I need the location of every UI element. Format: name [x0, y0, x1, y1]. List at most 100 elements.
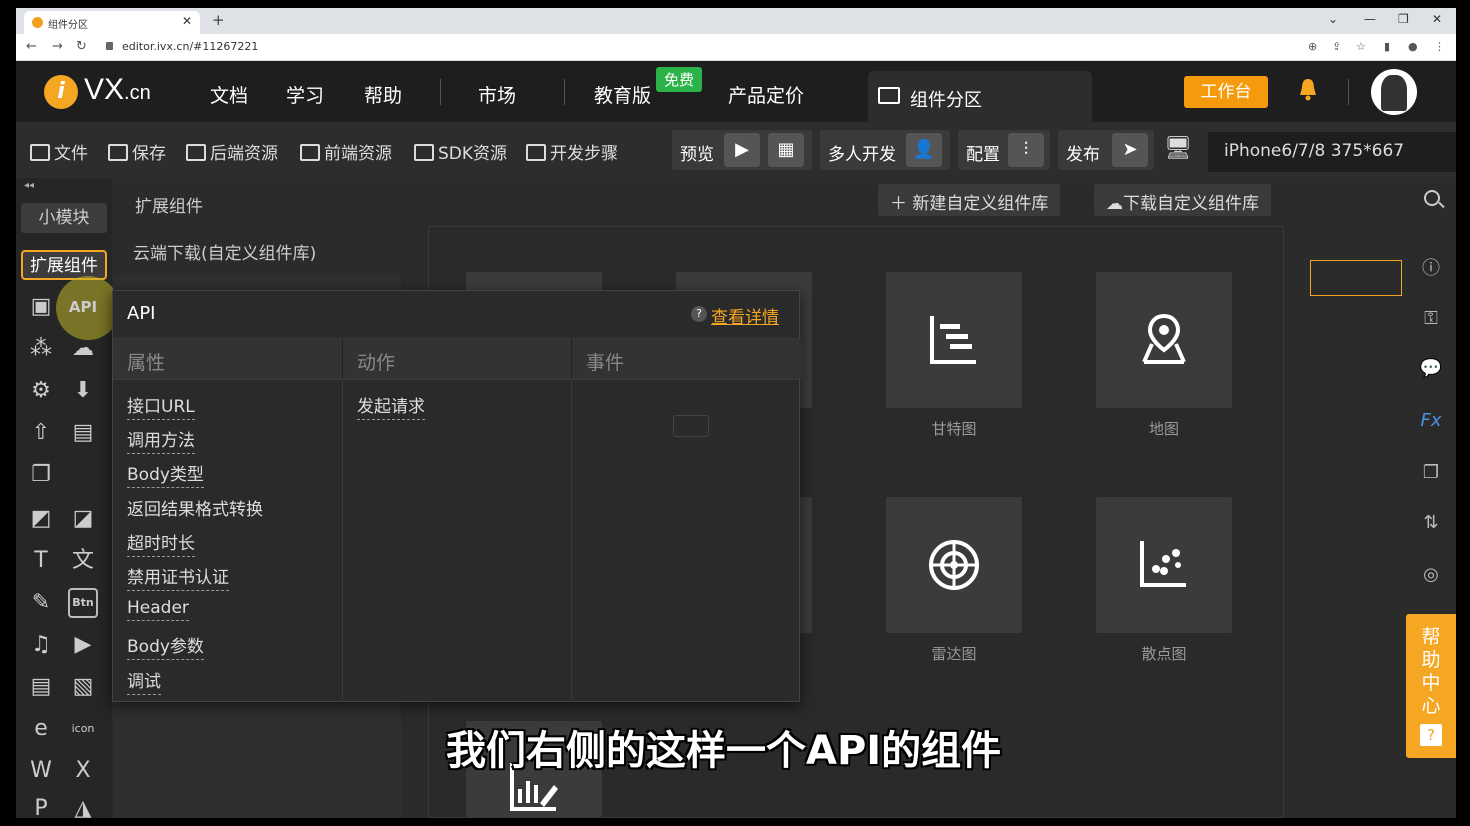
chart-edit-icon[interactable]: ◮: [68, 794, 98, 818]
close-tab-icon[interactable]: ✕: [182, 14, 192, 28]
help-center-button[interactable]: 帮助中心 ?: [1406, 614, 1456, 758]
prop-item[interactable]: 超时时长: [127, 529, 195, 557]
edit-icon[interactable]: ✎: [26, 588, 56, 618]
api-icon[interactable]: API: [68, 292, 98, 322]
prop-item[interactable]: 接口URL: [127, 392, 195, 420]
chat-icon[interactable]: 💬: [1418, 356, 1444, 382]
prop-item[interactable]: Header: [127, 598, 189, 621]
sidebar-icon[interactable]: ▮: [1384, 40, 1390, 53]
workbench-button[interactable]: 工作台: [1184, 76, 1268, 108]
prop-item[interactable]: 返回结果格式转换: [127, 495, 263, 522]
reload-icon[interactable]: ↻: [76, 39, 87, 54]
view-details-link[interactable]: 查看详情: [711, 303, 779, 328]
component-card-scatter[interactable]: [1096, 497, 1232, 633]
forward-icon[interactable]: →: [52, 39, 63, 54]
new-custom-lib-button[interactable]: ＋ 新建自定义组件库: [878, 184, 1061, 216]
avatar[interactable]: [1371, 69, 1417, 115]
prop-item[interactable]: 禁用证书认证: [127, 563, 229, 591]
action-item[interactable]: 发起请求: [357, 392, 425, 420]
nav-learn[interactable]: 学习: [286, 81, 324, 108]
url-field[interactable]: editor.ivx.cn/#11267221: [122, 40, 258, 53]
back-icon[interactable]: ←: [26, 39, 37, 54]
prop-item[interactable]: 调试: [127, 667, 161, 695]
image-text-icon[interactable]: ▧: [68, 672, 98, 702]
text-icon[interactable]: T: [26, 546, 56, 576]
menu-icon[interactable]: ⋮: [1434, 40, 1445, 53]
picture-icon[interactable]: ◪: [68, 504, 98, 534]
send-icon[interactable]: ➤: [1112, 133, 1148, 167]
browser-tab[interactable]: 组件分区 ✕: [24, 11, 200, 34]
logo[interactable]: VX.cn: [84, 73, 151, 107]
info-icon[interactable]: ⓘ: [1418, 256, 1444, 282]
target-icon[interactable]: ◎: [1418, 562, 1444, 588]
button-icon[interactable]: Btn: [68, 588, 98, 618]
backend-resources-button[interactable]: 后端资源: [186, 139, 278, 164]
user-icon[interactable]: 👤: [906, 133, 942, 167]
box-icon[interactable]: ▣: [26, 292, 56, 322]
nav-market[interactable]: 市场: [478, 81, 516, 108]
download-icon[interactable]: ⬇: [68, 376, 98, 406]
image-icon[interactable]: ◩: [26, 504, 56, 534]
config-group: 配置 ⫶: [958, 130, 1050, 170]
file-button[interactable]: 文件: [30, 139, 88, 164]
sliders-icon[interactable]: ⫶: [1008, 133, 1044, 167]
nav-education[interactable]: 教育版: [594, 81, 651, 108]
sdk-resources-button[interactable]: SDK资源: [414, 139, 507, 164]
small-module-button[interactable]: 小模块: [21, 203, 107, 233]
gear-icon[interactable]: ⚙: [26, 376, 56, 406]
cloud-download-item[interactable]: 云端下载(自定义组件库): [113, 226, 401, 274]
swap-icon[interactable]: ⇅: [1418, 510, 1444, 536]
save-button[interactable]: 保存: [108, 139, 166, 164]
nav-pricing[interactable]: 产品定价: [728, 81, 804, 108]
richtext-icon[interactable]: ▤: [26, 672, 56, 702]
translate-icon[interactable]: 文: [68, 546, 98, 576]
icon-component-icon[interactable]: icon: [68, 714, 98, 744]
music-icon[interactable]: ♫: [26, 630, 56, 660]
component-card-radar[interactable]: [886, 497, 1022, 633]
popup-title: API: [127, 303, 156, 324]
minimize-icon[interactable]: —: [1364, 12, 1376, 26]
qrcode-icon[interactable]: ▦: [768, 133, 804, 167]
copy-icon[interactable]: ❐: [26, 460, 56, 490]
device-select[interactable]: iPhone6/7/8 375*667: [1208, 132, 1456, 172]
new-tab-icon[interactable]: +: [212, 11, 225, 29]
layers-icon[interactable]: ❐: [1418, 460, 1444, 486]
tab-component-zone[interactable]: 组件分区: [868, 71, 1092, 122]
search-icon[interactable]: [1424, 190, 1440, 206]
form-icon[interactable]: ▤: [68, 418, 98, 448]
prop-item[interactable]: Body参数: [127, 632, 204, 660]
component-card-map[interactable]: [1096, 272, 1232, 408]
play-icon[interactable]: ▶: [724, 133, 760, 167]
zoom-icon[interactable]: ⊕: [1308, 40, 1317, 53]
prop-item[interactable]: 调用方法: [127, 426, 195, 454]
profile-icon[interactable]: ●: [1408, 40, 1418, 53]
function-icon[interactable]: Fx: [1418, 408, 1444, 434]
ppt-icon[interactable]: P: [26, 794, 56, 818]
device-icon[interactable]: 🖥: [1164, 136, 1192, 161]
download-custom-lib-label: 下载自定义组件库: [1123, 194, 1259, 214]
tab-search-icon[interactable]: ⌄: [1328, 12, 1338, 26]
excel-icon[interactable]: X: [68, 756, 98, 786]
word-icon[interactable]: W: [26, 756, 56, 786]
nav-help[interactable]: 帮助: [364, 81, 402, 108]
share-icon[interactable]: ⇪: [1332, 40, 1341, 53]
prop-item[interactable]: Body类型: [127, 460, 204, 488]
window-close-icon[interactable]: ✕: [1432, 12, 1442, 26]
nav-docs[interactable]: 文档: [210, 81, 248, 108]
collapse-icon[interactable]: ◂◂: [24, 180, 34, 191]
bookmark-star-icon[interactable]: ☆: [1356, 40, 1366, 53]
frontend-resources-button[interactable]: 前端资源: [300, 139, 392, 164]
extension-components-button[interactable]: 扩展组件: [21, 250, 107, 280]
network-icon[interactable]: ⁂: [26, 334, 56, 364]
restore-icon[interactable]: ❐: [1398, 12, 1409, 26]
component-card-gantt[interactable]: [886, 272, 1022, 408]
cloud-icon[interactable]: ☁: [68, 334, 98, 364]
bell-icon[interactable]: [1298, 77, 1318, 101]
upload-icon[interactable]: ⇧: [26, 418, 56, 448]
download-custom-lib-button[interactable]: ☁下载自定义组件库: [1094, 184, 1271, 216]
property-input[interactable]: [1310, 260, 1402, 296]
lock-settings-icon[interactable]: ⚿: [1418, 306, 1444, 332]
browser-e-icon[interactable]: e: [26, 714, 56, 744]
video-icon[interactable]: ▶: [68, 630, 98, 660]
dev-steps-button[interactable]: 开发步骤: [526, 139, 618, 164]
